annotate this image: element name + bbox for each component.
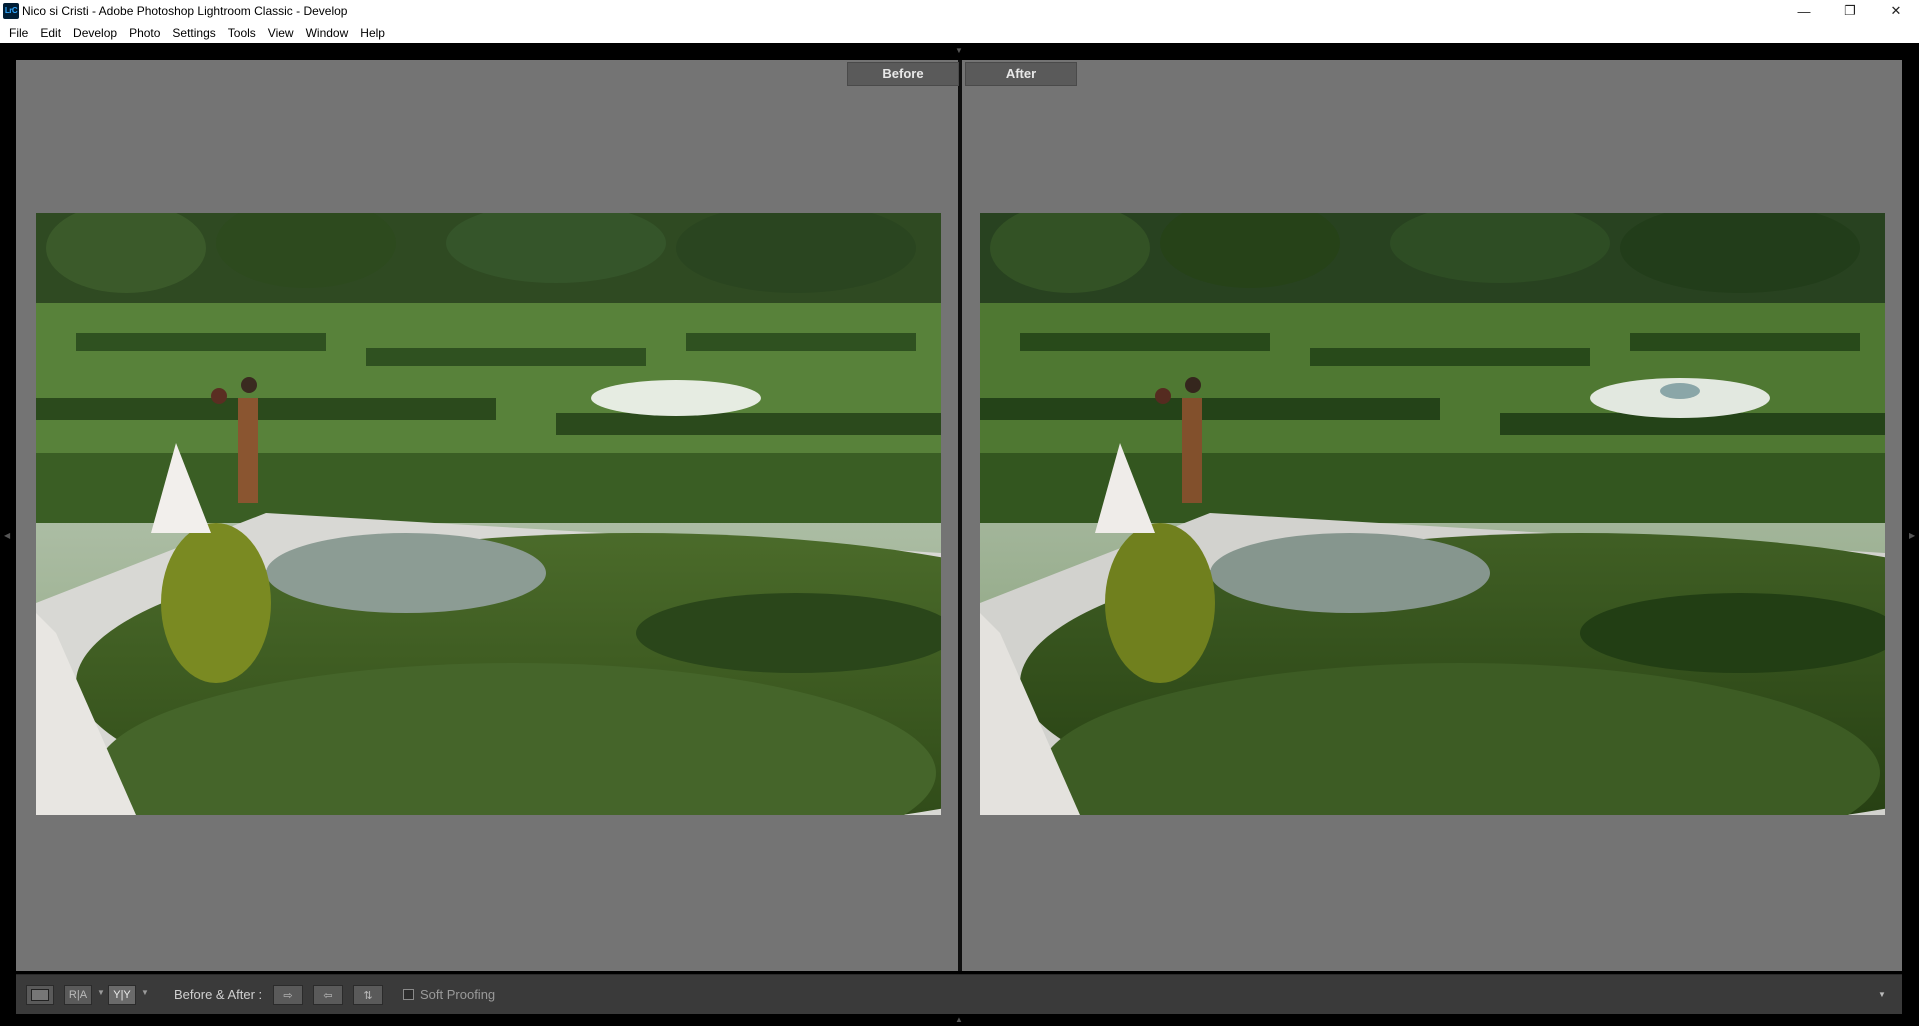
menu-photo[interactable]: Photo — [123, 26, 166, 40]
left-panel-toggle-icon[interactable]: ◀ — [4, 532, 10, 540]
close-button[interactable]: ✕ — [1873, 0, 1919, 22]
bottom-panel-toggle-icon[interactable]: ▲ — [955, 1016, 963, 1024]
before-after-left-right-button[interactable]: R|A — [64, 985, 92, 1005]
toolbar-options-chevron-icon[interactable]: ▼ — [1878, 990, 1886, 999]
menu-edit[interactable]: Edit — [34, 26, 67, 40]
copy-before-to-after-button[interactable]: ⇨ — [273, 985, 303, 1005]
menu-window[interactable]: Window — [300, 26, 355, 40]
after-photo[interactable] — [980, 213, 1885, 815]
restore-icon: ❐ — [1844, 3, 1856, 18]
menu-help[interactable]: Help — [354, 26, 391, 40]
menu-file[interactable]: File — [3, 26, 34, 40]
yy-dropdown-chevron-icon[interactable]: ▼ — [141, 988, 149, 997]
menu-tools[interactable]: Tools — [222, 26, 262, 40]
loupe-view-icon — [31, 989, 49, 1001]
menu-settings[interactable]: Settings — [166, 26, 221, 40]
filmstrip-edge: ▲ — [0, 1014, 1919, 1026]
top-panel-toggle-icon[interactable]: ▼ — [955, 47, 963, 55]
arrow-left-icon: ⇦ — [323, 989, 333, 1002]
before-after-divider — [958, 60, 962, 971]
ra-dropdown-chevron-icon[interactable]: ▼ — [97, 988, 105, 997]
soft-proofing-checkbox[interactable] — [403, 989, 414, 1000]
soft-proofing-label: Soft Proofing — [420, 987, 496, 1002]
before-label: Before — [847, 62, 959, 86]
swap-before-after-button[interactable]: ⇅ — [353, 985, 383, 1005]
menu-view[interactable]: View — [262, 26, 300, 40]
copy-after-to-before-button[interactable]: ⇦ — [313, 985, 343, 1005]
arrow-right-icon: ⇨ — [283, 989, 293, 1002]
before-after-label: Before & After : — [174, 987, 263, 1002]
after-label: After — [965, 62, 1077, 86]
title-bar: LrC Nico si Cristi - Adobe Photoshop Lig… — [0, 0, 1919, 22]
develop-toolbar: R|A ▼ Y|Y ▼ Before & After : ⇨ ⇦ ⇅ Soft … — [16, 974, 1902, 1015]
loupe-view-button[interactable] — [26, 985, 54, 1005]
minimize-button[interactable]: — — [1781, 0, 1827, 22]
before-photo[interactable] — [36, 213, 941, 815]
before-after-split-button[interactable]: Y|Y — [108, 985, 136, 1005]
maximize-button[interactable]: ❐ — [1827, 0, 1873, 22]
menu-bar: File Edit Develop Photo Settings Tools V… — [0, 22, 1919, 43]
window-title: Nico si Cristi - Adobe Photoshop Lightro… — [22, 4, 348, 18]
lightroom-app-icon: LrC — [3, 3, 19, 19]
right-panel-toggle-icon[interactable]: ▶ — [1909, 532, 1915, 540]
close-icon: ✕ — [1890, 3, 1902, 18]
ra-label: R|A — [68, 989, 88, 1001]
minimize-icon: — — [1797, 3, 1811, 19]
menu-develop[interactable]: Develop — [67, 26, 123, 40]
yy-label: Y|Y — [113, 989, 131, 1001]
swap-icon: ⇅ — [363, 989, 373, 1002]
